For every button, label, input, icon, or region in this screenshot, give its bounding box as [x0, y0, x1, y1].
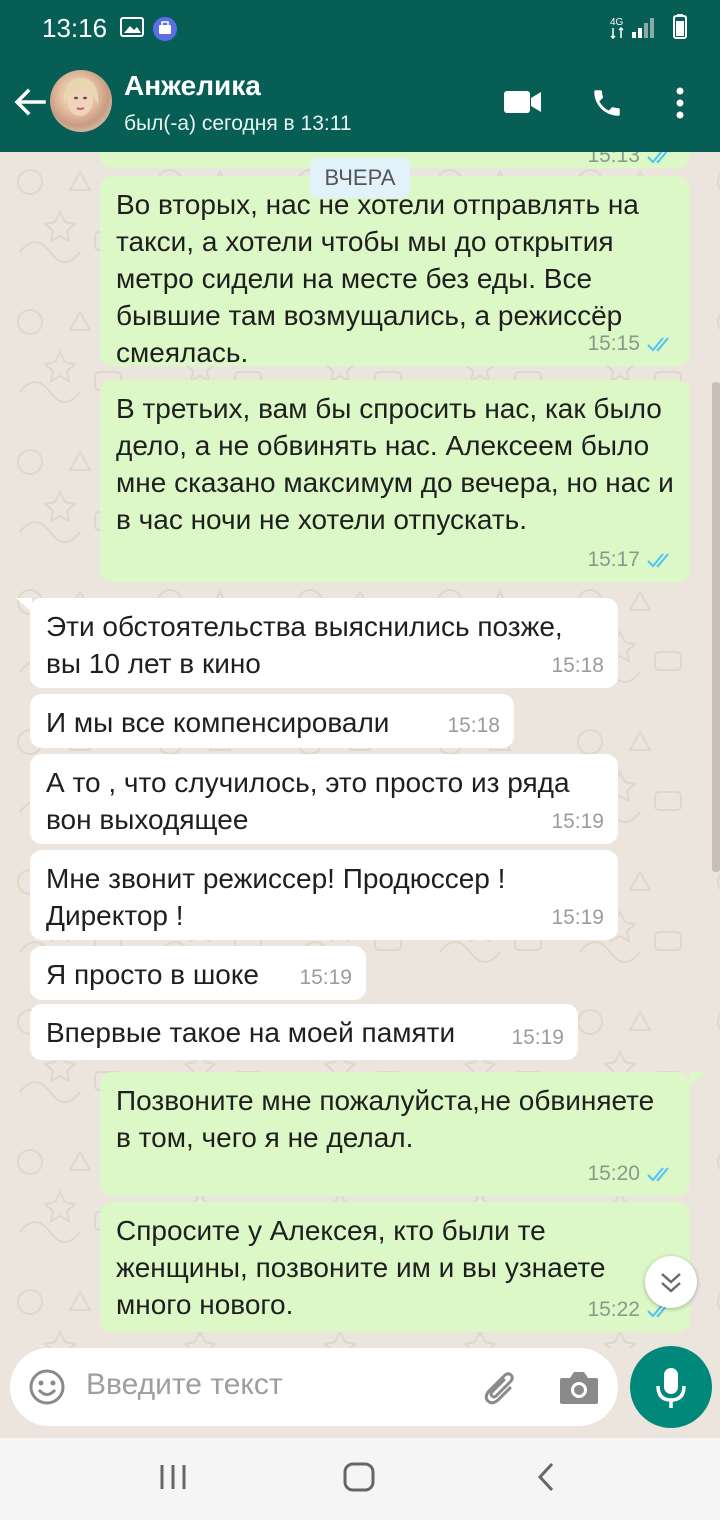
avatar[interactable]: [50, 70, 112, 132]
message-time: 15:15: [587, 332, 640, 355]
message-text: Эти обстоятельства выяснились позже, вы …: [46, 611, 563, 679]
message-bubble-incoming[interactable]: А то , что случилось, это просто из ряда…: [30, 754, 618, 844]
date-divider: ВЧЕРА: [310, 158, 410, 198]
chat-area[interactable]: 15:13 Во вторых, нас не хотели отправлят…: [0, 152, 720, 1348]
message-time: 15:22: [587, 1298, 640, 1321]
gallery-notification-icon: [120, 16, 144, 43]
voice-call-icon[interactable]: [590, 86, 624, 125]
microphone-icon: [656, 1368, 686, 1408]
message-text: В третьих, вам бы спросить нас, как было…: [116, 393, 674, 535]
read-ticks-icon: [647, 1166, 669, 1181]
message-bubble-outgoing[interactable]: Спросите у Алексея, кто были те женщины,…: [100, 1202, 690, 1332]
message-input-field[interactable]: Введите текст: [10, 1348, 618, 1426]
attach-paperclip-icon[interactable]: [480, 1368, 522, 1415]
message-input-placeholder: Введите текст: [86, 1368, 283, 1401]
message-bubble-incoming[interactable]: Я просто в шоке 15:19: [30, 946, 366, 1000]
message-time: 15:19: [511, 1026, 564, 1049]
status-bar: 13:16 4G: [0, 0, 720, 54]
more-options-icon[interactable]: [674, 86, 686, 125]
app-notification-icon: [152, 16, 178, 47]
contact-last-seen[interactable]: был(-а) сегодня в 13:11: [124, 112, 352, 136]
message-text: Позвоните мне пожалуйста,не обвиняете в …: [116, 1085, 655, 1153]
read-ticks-icon: [647, 552, 669, 567]
message-time: 15:18: [551, 654, 604, 677]
bubble-tail: [690, 1072, 706, 1086]
home-icon[interactable]: [341, 1460, 377, 1499]
recent-apps-icon[interactable]: [156, 1460, 190, 1499]
emoji-icon[interactable]: [28, 1368, 66, 1411]
camera-icon[interactable]: [558, 1368, 600, 1411]
chat-header: Анжелика был(-а) сегодня в 13:11: [0, 54, 720, 152]
video-call-icon[interactable]: [503, 88, 543, 121]
read-ticks-icon: [647, 152, 668, 163]
chat-scrollbar[interactable]: [712, 382, 720, 872]
message-text: Впервые такое на моей памяти: [46, 1017, 456, 1048]
message-time: 15:18: [447, 714, 500, 737]
message-text: И мы все компенсировали: [46, 707, 390, 738]
message-bubble-incoming[interactable]: И мы все компенсировали 15:18: [30, 694, 514, 748]
message-bubble-incoming[interactable]: Впервые такое на моей памяти 15:19: [30, 1004, 578, 1060]
message-text: А то , что случилось, это просто из ряда…: [46, 767, 570, 835]
message-time: 15:19: [551, 810, 604, 833]
message-time: 15:19: [299, 966, 352, 989]
message-time: 15:13: [587, 152, 640, 167]
message-bubble-incoming[interactable]: Эти обстоятельства выяснились позже, вы …: [30, 598, 618, 688]
double-chevron-down-icon: [661, 1273, 681, 1293]
message-time: 15:20: [587, 1162, 640, 1185]
message-bubble-outgoing[interactable]: Во вторых, нас не хотели отправлять на т…: [100, 176, 690, 368]
system-navigation-bar: [0, 1438, 720, 1520]
status-time: 13:16: [42, 13, 108, 43]
message-bubble-incoming[interactable]: Мне звонит режиссер! Продюссер ! Директо…: [30, 850, 618, 940]
message-bubble-outgoing[interactable]: В третьих, вам бы спросить нас, как было…: [100, 380, 690, 582]
message-text: Мне звонит режиссер! Продюссер ! Директо…: [46, 863, 506, 931]
read-ticks-icon: [647, 336, 669, 351]
svg-text:4G: 4G: [610, 17, 624, 28]
message-bubble-outgoing[interactable]: Позвоните мне пожалуйста,не обвиняете в …: [100, 1072, 690, 1196]
contact-name[interactable]: Анжелика: [124, 70, 261, 102]
signal-battery-icons: 4G: [610, 12, 700, 47]
message-time: 15:17: [587, 548, 640, 571]
back-arrow-icon[interactable]: [8, 80, 52, 124]
back-nav-icon[interactable]: [530, 1460, 564, 1499]
message-time: 15:19: [551, 906, 604, 929]
voice-message-button[interactable]: [630, 1346, 712, 1428]
scroll-to-bottom-button[interactable]: [645, 1256, 697, 1308]
